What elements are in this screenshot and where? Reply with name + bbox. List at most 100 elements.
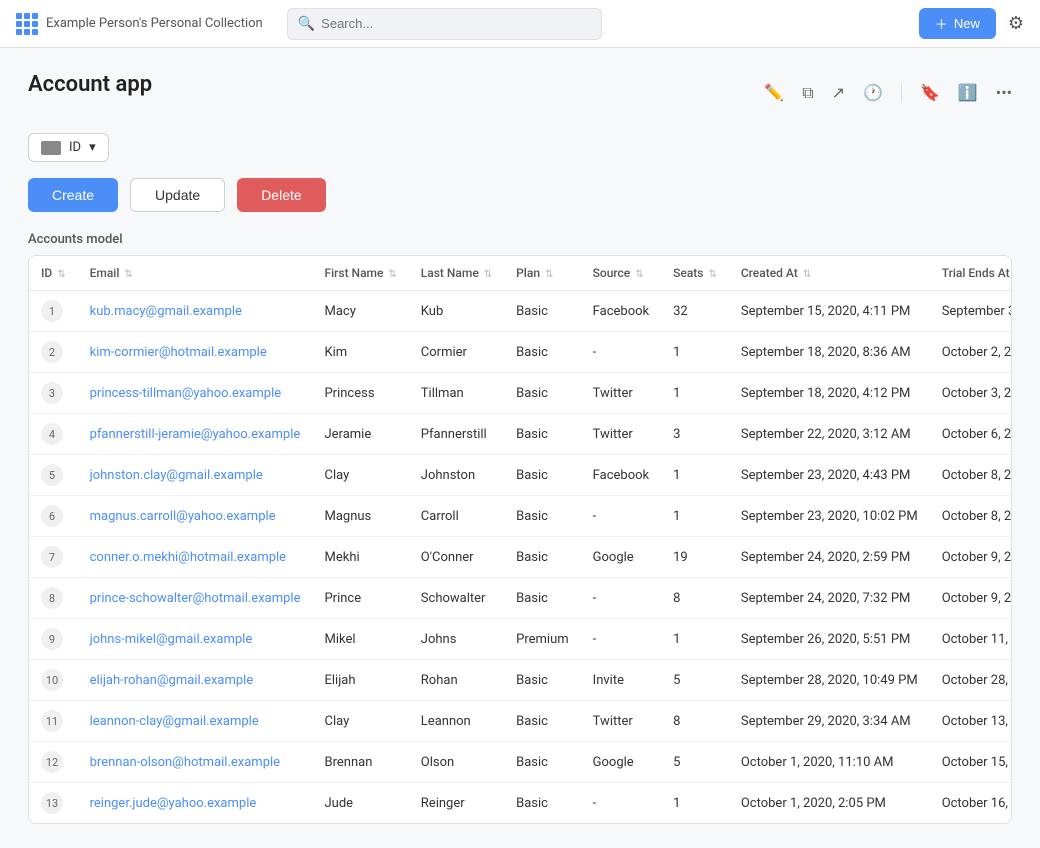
id-badge: 13 (41, 792, 63, 814)
history-icon[interactable]: 🕐 (863, 83, 883, 102)
cell-email[interactable]: reinger.jude@yahoo.example (78, 783, 313, 824)
cell-first-name: Macy (312, 291, 408, 332)
share-icon[interactable]: ↗ (832, 83, 845, 102)
email-link[interactable]: leannon-clay@gmail.example (90, 714, 259, 729)
cell-email[interactable]: magnus.carroll@yahoo.example (78, 496, 313, 537)
cell-trial-ends: September 30, 202 (930, 291, 1012, 332)
info-icon[interactable]: ℹ️ (958, 83, 978, 102)
email-link[interactable]: johns-mikel@gmail.example (90, 632, 253, 647)
id-dropdown[interactable]: ID ▾ (28, 133, 109, 162)
cell-seats: 1 (661, 332, 729, 373)
cell-email[interactable]: prince-schowalter@hotmail.example (78, 578, 313, 619)
gear-icon: ⚙ (1008, 13, 1024, 33)
col-first-name[interactable]: First Name ⇅ (312, 256, 408, 291)
cell-first-name: Princess (312, 373, 408, 414)
cell-email[interactable]: pfannerstill-jeramie@yahoo.example (78, 414, 313, 455)
cell-plan: Basic (504, 332, 581, 373)
cell-last-name: Cormier (409, 332, 504, 373)
cell-source: Twitter (581, 373, 661, 414)
cell-created-at: September 26, 2020, 5:51 PM (729, 619, 930, 660)
col-created-at[interactable]: Created At ⇅ (729, 256, 930, 291)
page-title-row: Account app ✏️ ⧉ ↗ 🕐 🔖 ℹ️ ••• (28, 72, 1012, 113)
cell-first-name: Mekhi (312, 537, 408, 578)
email-link[interactable]: johnston.clay@gmail.example (90, 468, 263, 483)
cell-seats: 8 (661, 578, 729, 619)
email-link[interactable]: prince-schowalter@hotmail.example (90, 591, 301, 606)
table-row: 11 leannon-clay@gmail.example Clay Leann… (29, 701, 1012, 742)
email-link[interactable]: princess-tillman@yahoo.example (90, 386, 282, 401)
cell-source: Invite (581, 660, 661, 701)
email-link[interactable]: reinger.jude@yahoo.example (90, 796, 257, 811)
cell-created-at: October 1, 2020, 2:05 PM (729, 783, 930, 824)
email-link[interactable]: brennan-olson@hotmail.example (90, 755, 280, 770)
cell-source: - (581, 332, 661, 373)
id-badge: 10 (41, 669, 63, 691)
cell-email[interactable]: leannon-clay@gmail.example (78, 701, 313, 742)
cell-email[interactable]: elijah-rohan@gmail.example (78, 660, 313, 701)
delete-button[interactable]: Delete (237, 178, 325, 212)
cell-email[interactable]: johnston.clay@gmail.example (78, 455, 313, 496)
col-id[interactable]: ID ⇅ (29, 256, 78, 291)
col-email[interactable]: Email ⇅ (78, 256, 313, 291)
cell-seats: 1 (661, 619, 729, 660)
cell-email[interactable]: conner.o.mekhi@hotmail.example (78, 537, 313, 578)
accounts-table-container: ID ⇅ Email ⇅ First Name ⇅ Last Name ⇅ Pl… (28, 255, 1012, 824)
cell-id: 9 (29, 619, 78, 660)
duplicate-icon[interactable]: ⧉ (802, 83, 813, 103)
email-link[interactable]: kub.macy@gmail.example (90, 304, 242, 319)
plus-icon: ＋ (935, 14, 948, 33)
table-row: 1 kub.macy@gmail.example Macy Kub Basic … (29, 291, 1012, 332)
cell-email[interactable]: brennan-olson@hotmail.example (78, 742, 313, 783)
col-seats[interactable]: Seats ⇅ (661, 256, 729, 291)
cell-last-name: O'Conner (409, 537, 504, 578)
cell-last-name: Carroll (409, 496, 504, 537)
cell-seats: 5 (661, 660, 729, 701)
create-button[interactable]: Create (28, 178, 118, 212)
email-link[interactable]: pfannerstill-jeramie@yahoo.example (90, 427, 301, 442)
cell-trial-ends: October 15, 2020, (930, 742, 1012, 783)
chevron-down-icon: ▾ (89, 140, 96, 155)
table-body: 1 kub.macy@gmail.example Macy Kub Basic … (29, 291, 1012, 824)
edit-icon[interactable]: ✏️ (764, 83, 784, 102)
email-link[interactable]: magnus.carroll@yahoo.example (90, 509, 276, 524)
email-link[interactable]: conner.o.mekhi@hotmail.example (90, 550, 286, 565)
cell-plan: Basic (504, 701, 581, 742)
col-source[interactable]: Source ⇅ (581, 256, 661, 291)
table-row: 10 elijah-rohan@gmail.example Elijah Roh… (29, 660, 1012, 701)
search-input[interactable] (321, 16, 591, 31)
table-row: 3 princess-tillman@yahoo.example Princes… (29, 373, 1012, 414)
collection-label[interactable]: Example Person's Personal Collection (46, 16, 263, 31)
cell-created-at: September 18, 2020, 4:12 PM (729, 373, 930, 414)
cell-email[interactable]: kub.macy@gmail.example (78, 291, 313, 332)
col-plan[interactable]: Plan ⇅ (504, 256, 581, 291)
id-badge: 2 (41, 341, 63, 363)
col-last-name[interactable]: Last Name ⇅ (409, 256, 504, 291)
cell-source: - (581, 619, 661, 660)
cell-email[interactable]: princess-tillman@yahoo.example (78, 373, 313, 414)
search-box[interactable]: 🔍 (287, 8, 602, 40)
bookmark-icon[interactable]: 🔖 (920, 83, 940, 102)
cell-last-name: Schowalter (409, 578, 504, 619)
cell-first-name: Clay (312, 455, 408, 496)
table-row: 8 prince-schowalter@hotmail.example Prin… (29, 578, 1012, 619)
email-link[interactable]: elijah-rohan@gmail.example (90, 673, 254, 688)
icon-divider (901, 83, 902, 103)
cell-seats: 3 (661, 414, 729, 455)
settings-button[interactable]: ⚙ (1008, 13, 1024, 34)
cell-email[interactable]: kim-cormier@hotmail.example (78, 332, 313, 373)
cell-source: - (581, 783, 661, 824)
cell-plan: Basic (504, 537, 581, 578)
cell-trial-ends: October 28, 2020, (930, 660, 1012, 701)
cell-source: Google (581, 742, 661, 783)
col-trial-ends[interactable]: Trial Ends At ⇅ (930, 256, 1012, 291)
cell-seats: 19 (661, 537, 729, 578)
new-button[interactable]: ＋ New (919, 8, 996, 39)
logo-icon (16, 13, 38, 35)
cell-email[interactable]: johns-mikel@gmail.example (78, 619, 313, 660)
cell-last-name: Olson (409, 742, 504, 783)
more-options-icon[interactable]: ••• (996, 83, 1012, 102)
cell-id: 10 (29, 660, 78, 701)
update-button[interactable]: Update (130, 178, 225, 212)
email-link[interactable]: kim-cormier@hotmail.example (90, 345, 267, 360)
cell-id: 12 (29, 742, 78, 783)
